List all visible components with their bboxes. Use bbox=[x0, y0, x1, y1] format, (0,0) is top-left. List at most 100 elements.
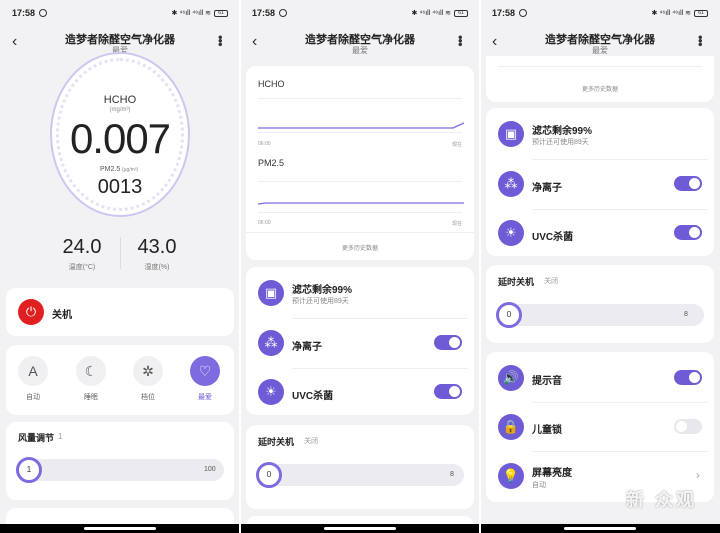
home-indicator bbox=[240, 524, 480, 533]
ionizer-label: 净离子 bbox=[532, 183, 562, 194]
screen-home: 17:58 ✱ ⁴⁶ıll ⁴⁶ıll ≋ 61 ‹ 造梦者除醛空气净化器 最爱… bbox=[0, 0, 240, 533]
status-time: 17:58 bbox=[252, 8, 276, 18]
more-history-link[interactable]: 更多历史数据 bbox=[246, 243, 474, 252]
alarm-icon bbox=[519, 9, 528, 17]
gauge-pollutant-unit: (mg/m³) bbox=[109, 107, 131, 113]
brightness-value: 自动 bbox=[532, 482, 546, 489]
chart-hcho-line bbox=[258, 122, 464, 129]
fan-slider-max: 100 bbox=[204, 466, 216, 473]
chart-pm25-x-start: 06:00 bbox=[258, 220, 271, 226]
ionizer-toggle[interactable] bbox=[674, 176, 702, 191]
lock-icon: 🔒 bbox=[498, 414, 524, 440]
filter-subtitle: 预计还可使用89天 bbox=[532, 139, 589, 146]
more-menu-icon[interactable]: ••• bbox=[693, 35, 708, 46]
history-card: HCHO 06:00 现在 PM2.5 06:00 现在 更多历史数据 bbox=[246, 66, 474, 260]
fan-slider-knob[interactable]: 1 bbox=[16, 457, 42, 483]
uvc-toggle[interactable] bbox=[674, 225, 702, 240]
status-icons: ✱ ⁴⁶ıll ⁴⁶ıll ≋ 61 bbox=[412, 9, 468, 17]
chart-hcho-x-end: 现在 bbox=[452, 142, 463, 148]
sound-toggle[interactable] bbox=[674, 370, 702, 385]
brightness-label[interactable]: 屏幕亮度 bbox=[532, 464, 572, 479]
status-bar: 17:58 ✱ ⁴⁶ıll ⁴⁶ıll ≋ 61 bbox=[240, 0, 480, 26]
ionizer-icon: ⁂ bbox=[498, 171, 524, 197]
power-label: 关机 bbox=[52, 310, 72, 321]
alarm-icon bbox=[279, 9, 288, 17]
status-time: 17:58 bbox=[492, 8, 516, 18]
row-divider bbox=[292, 368, 468, 369]
timer-slider-max: 8 bbox=[684, 311, 688, 318]
alarm-icon bbox=[39, 9, 48, 17]
ionizer-label: 净离子 bbox=[292, 342, 322, 353]
chart-axis bbox=[498, 66, 702, 67]
filter-subtitle: 预计还可使用89天 bbox=[292, 298, 349, 305]
uvc-label: UVC杀菌 bbox=[532, 232, 574, 243]
settings-card: 🔊 提示音 🔒 儿童锁 💡 屏幕亮度 自动 › bbox=[486, 352, 714, 502]
mode-label: 档位 bbox=[141, 394, 155, 401]
child-lock-label: 儿童锁 bbox=[532, 425, 562, 436]
uvc-icon: ☀ bbox=[258, 379, 284, 405]
fan-current-value: 1 bbox=[58, 432, 63, 441]
row-divider bbox=[292, 318, 468, 319]
humidity-value: 43.0 bbox=[137, 236, 177, 258]
home-indicator bbox=[480, 524, 720, 533]
timer-slider[interactable] bbox=[258, 464, 464, 486]
fan-icon[interactable]: ✲ bbox=[133, 356, 163, 386]
filter-title: 滤芯剩余99% bbox=[532, 126, 593, 137]
home-indicator bbox=[0, 524, 240, 533]
fan-card: 风量调节 1 1 100 bbox=[6, 422, 234, 500]
features-card: ▣ 滤芯剩余99% 预计还可使用89天 ⁂ 净离子 ☀ UVC杀菌 bbox=[486, 108, 714, 256]
mode-card: A 自动 ☾ 睡眠 ✲ 档位 ♡ 最爱 bbox=[6, 345, 234, 415]
timer-card: 延时关机 关闭 0 8 bbox=[246, 425, 474, 509]
timer-card: 延时关机 关闭 0 8 bbox=[486, 265, 714, 343]
chart-axis bbox=[258, 132, 462, 133]
status-icons: ✱ ⁴⁶ıll ⁴⁶ıll ≋ 61 bbox=[652, 9, 708, 17]
status-icons: ✱ ⁴⁶ıll ⁴⁶ıll ≋ 61 bbox=[172, 9, 228, 17]
status-bar: 17:58 ✱ ⁴⁶ıll ⁴⁶ıll ≋ 61 bbox=[480, 0, 720, 26]
pm25-value: 0013 bbox=[97, 176, 143, 198]
chart-axis bbox=[258, 212, 462, 213]
timer-title: 延时关机 bbox=[498, 277, 535, 287]
mode-label: 睡眠 bbox=[84, 394, 98, 401]
timer-title: 延时关机 bbox=[258, 437, 295, 447]
chevron-right-icon[interactable]: › bbox=[696, 468, 700, 482]
battery-icon: 61 bbox=[214, 9, 228, 17]
uvc-toggle[interactable] bbox=[434, 384, 462, 399]
filter-title: 滤芯剩余99% bbox=[292, 285, 353, 296]
timer-slider-knob[interactable]: 0 bbox=[496, 302, 522, 328]
page-subtitle: 最爱 bbox=[352, 46, 368, 55]
signal-icons: ✱ ⁴⁶ıll ⁴⁶ıll ≋ bbox=[171, 10, 211, 17]
heart-icon[interactable]: ♡ bbox=[190, 356, 220, 386]
chart-pm25-x-end: 现在 bbox=[452, 221, 463, 227]
timer-state: 关闭 bbox=[544, 278, 558, 285]
mode-label: 自动 bbox=[26, 394, 40, 401]
more-history-link[interactable]: 更多历史数据 bbox=[486, 84, 714, 93]
child-lock-toggle[interactable] bbox=[674, 419, 702, 434]
power-card[interactable]: ⏻ 关机 bbox=[6, 288, 234, 336]
screen-divider bbox=[239, 0, 241, 533]
row-divider bbox=[532, 209, 708, 210]
battery-icon: 61 bbox=[454, 9, 468, 17]
more-menu-icon[interactable]: ••• bbox=[453, 35, 468, 46]
fan-slider[interactable] bbox=[18, 459, 224, 481]
moon-icon[interactable]: ☾ bbox=[76, 356, 106, 386]
timer-slider-knob[interactable]: 0 bbox=[256, 462, 282, 488]
more-menu-icon[interactable]: ••• bbox=[213, 35, 228, 46]
power-icon[interactable]: ⏻ bbox=[18, 299, 44, 325]
mode-label: 最爱 bbox=[198, 394, 212, 401]
page-subtitle: 最爱 bbox=[592, 46, 608, 55]
timer-slider[interactable] bbox=[498, 304, 704, 326]
temperature-value: 24.0 bbox=[62, 236, 102, 258]
chart-gridline bbox=[258, 98, 462, 99]
uvc-icon: ☀ bbox=[498, 220, 524, 246]
row-divider bbox=[532, 159, 708, 160]
ionizer-toggle[interactable] bbox=[434, 335, 462, 350]
auto-icon[interactable]: A bbox=[18, 356, 48, 386]
row-divider bbox=[532, 402, 708, 403]
signal-icons: ✱ ⁴⁶ıll ⁴⁶ıll ≋ bbox=[651, 10, 691, 17]
card-divider bbox=[246, 232, 474, 233]
status-time: 17:58 bbox=[12, 8, 36, 18]
screen-settings: 更多历史数据 17:58 ✱ ⁴⁶ıll ⁴⁶ıll ≋ 61 ‹ 造梦者除醛空… bbox=[480, 0, 720, 533]
chart-hcho-x-start: 06:00 bbox=[258, 141, 271, 147]
uvc-label: UVC杀菌 bbox=[292, 391, 334, 402]
battery-icon: 61 bbox=[694, 9, 708, 17]
